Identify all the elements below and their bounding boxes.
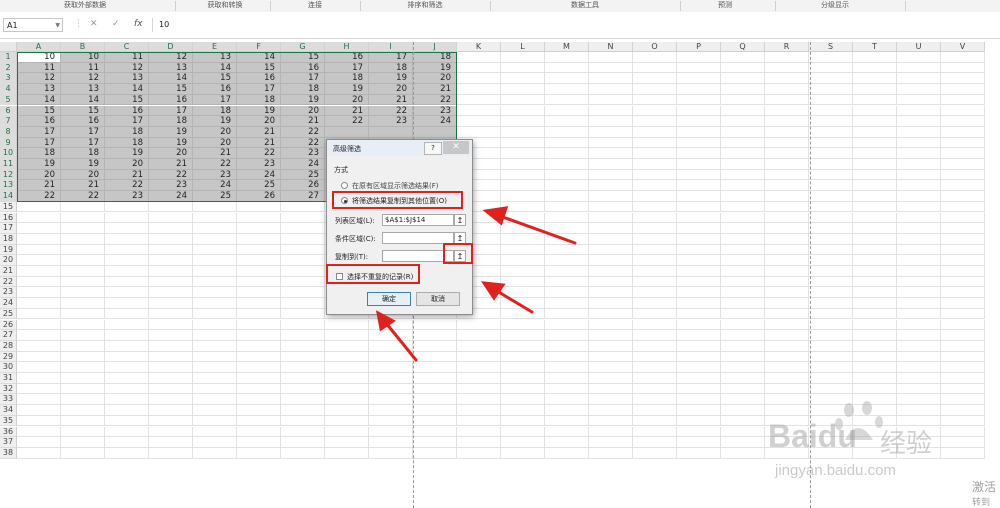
watermark-cn: 经验 (880, 429, 933, 459)
watermark-brand: Baidu (768, 418, 857, 454)
arrow-pointing-ok (384, 321, 418, 362)
arrow-head (482, 206, 509, 226)
arrow-head (480, 281, 506, 301)
activate-windows-subtext: 转到 (972, 498, 991, 508)
watermark-url: jingyan.baidu.com (775, 462, 896, 479)
activate-windows-text: 激活 (972, 480, 997, 494)
arrow-pointing-checkbox (495, 289, 534, 314)
arrow-pointing-copy-option (498, 214, 577, 245)
